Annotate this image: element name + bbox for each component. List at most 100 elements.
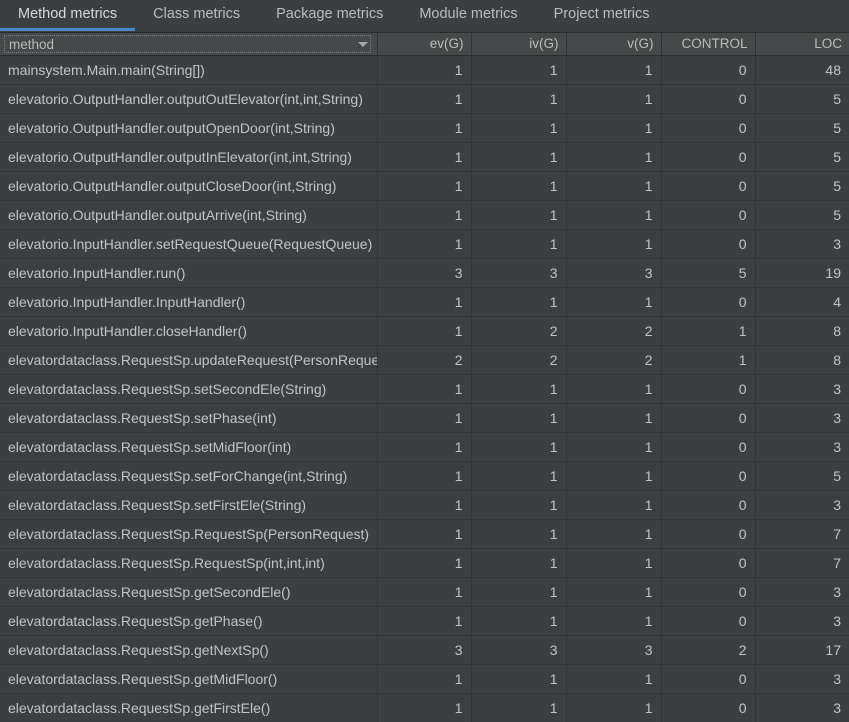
cell-control: 5 (661, 258, 756, 288)
cell-v: 1 (566, 548, 662, 578)
cell-ev: 1 (377, 113, 472, 143)
table-row[interactable]: elevatorio.OutputHandler.outputOpenDoor(… (0, 113, 849, 143)
table-row[interactable]: elevatordataclass.RequestSp.getMidFloor(… (0, 664, 849, 694)
cell-control: 0 (661, 403, 756, 433)
cell-ev: 1 (377, 229, 472, 259)
table-row[interactable]: elevatordataclass.RequestSp.getSecondEle… (0, 577, 849, 607)
table-row[interactable]: elevatordataclass.RequestSp.setFirstEle(… (0, 490, 849, 520)
table-row[interactable]: elevatordataclass.RequestSp.RequestSp(Pe… (0, 519, 849, 549)
cell-ev: 1 (377, 577, 472, 607)
cell-loc: 3 (755, 403, 849, 433)
table-row[interactable]: elevatordataclass.RequestSp.RequestSp(in… (0, 548, 849, 578)
cell-iv: 1 (471, 142, 567, 172)
cell-method: elevatordataclass.RequestSp.setPhase(int… (0, 403, 378, 433)
cell-iv: 1 (471, 374, 567, 404)
cell-method: elevatordataclass.RequestSp.RequestSp(in… (0, 548, 378, 578)
cell-iv: 1 (471, 200, 567, 230)
table-row[interactable]: elevatorio.InputHandler.closeHandler() 1 2… (0, 316, 849, 346)
table-row[interactable]: elevatorio.OutputHandler.outputArrive(in… (0, 200, 849, 230)
cell-v: 1 (566, 84, 662, 114)
cell-control: 0 (661, 113, 756, 143)
column-header-method[interactable]: method (0, 33, 378, 56)
tab-class-metrics[interactable]: Class metrics (135, 0, 258, 29)
cell-method: elevatordataclass.RequestSp.RequestSp(Pe… (0, 519, 378, 549)
column-header-v[interactable]: v(G) (566, 33, 662, 56)
cell-iv: 1 (471, 403, 567, 433)
cell-control: 0 (661, 374, 756, 404)
cell-method: elevatordataclass.RequestSp.setForChange… (0, 461, 378, 491)
cell-method: elevatordataclass.RequestSp.setSecondEle… (0, 374, 378, 404)
table-row[interactable]: elevatordataclass.RequestSp.setPhase(int… (0, 403, 849, 433)
table-row[interactable]: elevatorio.OutputHandler.outputOutElevat… (0, 84, 849, 114)
chevron-down-icon[interactable] (357, 42, 368, 47)
cell-iv: 1 (471, 432, 567, 462)
table-row[interactable]: elevatorio.InputHandler.run() 3 3 3 5 19 (0, 258, 849, 288)
cell-ev: 1 (377, 287, 472, 317)
cell-ev: 1 (377, 142, 472, 172)
table-row[interactable]: elevatordataclass.RequestSp.setForChange… (0, 461, 849, 491)
cell-v: 1 (566, 577, 662, 607)
cell-ev: 1 (377, 171, 472, 201)
cell-control: 2 (661, 635, 756, 665)
cell-v: 1 (566, 461, 662, 491)
tab-module-metrics[interactable]: Module metrics (401, 0, 535, 29)
cell-ev: 1 (377, 461, 472, 491)
cell-control: 0 (661, 287, 756, 317)
table-row[interactable]: elevatorio.OutputHandler.outputCloseDoor… (0, 171, 849, 201)
cell-loc: 8 (755, 316, 849, 346)
column-header-control[interactable]: CONTROL (661, 33, 756, 56)
cell-method: elevatorio.OutputHandler.outputArrive(in… (0, 200, 378, 230)
cell-control: 0 (661, 432, 756, 462)
table-row[interactable]: elevatordataclass.RequestSp.getPhase() 1 1… (0, 606, 849, 636)
cell-ev: 2 (377, 345, 472, 375)
table-row[interactable]: elevatordataclass.RequestSp.updateReques… (0, 345, 849, 375)
cell-ev: 1 (377, 55, 472, 85)
cell-control: 0 (661, 461, 756, 491)
cell-method: elevatordataclass.RequestSp.updateReques… (0, 345, 378, 375)
column-header-iv[interactable]: iv(G) (471, 33, 567, 56)
tab-project-metrics[interactable]: Project metrics (536, 0, 668, 29)
column-header-method-label: method (4, 35, 371, 54)
cell-iv: 1 (471, 287, 567, 317)
cell-control: 0 (661, 84, 756, 114)
column-header-ev[interactable]: ev(G) (377, 33, 472, 56)
cell-loc: 5 (755, 171, 849, 201)
cell-iv: 1 (471, 519, 567, 549)
table-row[interactable]: mainsystem.Main.main(String[]) 1 1 1 0 48 (0, 55, 849, 85)
cell-method: elevatorio.OutputHandler.outputCloseDoor… (0, 171, 378, 201)
cell-method: elevatordataclass.RequestSp.getMidFloor(… (0, 664, 378, 694)
cell-control: 1 (661, 316, 756, 346)
cell-loc: 17 (755, 635, 849, 665)
cell-method: elevatordataclass.RequestSp.getNextSp() (0, 635, 378, 665)
cell-method: elevatorio.OutputHandler.outputInElevato… (0, 142, 378, 172)
table-row[interactable]: elevatordataclass.RequestSp.getNextSp() 3… (0, 635, 849, 665)
cell-v: 1 (566, 403, 662, 433)
cell-v: 1 (566, 432, 662, 462)
table-row[interactable]: elevatordataclass.RequestSp.setMidFloor(… (0, 432, 849, 462)
tab-label: Package metrics (276, 6, 384, 22)
cell-ev: 1 (377, 548, 472, 578)
table-row[interactable]: elevatorio.OutputHandler.outputInElevato… (0, 142, 849, 172)
metrics-table-container[interactable]: method ev(G) iv(G) v(G) CONTROL LOC main… (0, 33, 849, 722)
cell-loc: 5 (755, 200, 849, 230)
tab-label: Method metrics (18, 6, 118, 22)
table-row[interactable]: elevatordataclass.RequestSp.setSecondEle… (0, 374, 849, 404)
cell-iv: 1 (471, 577, 567, 607)
table-row[interactable]: elevatordataclass.RequestSp.getFirstEle(… (0, 693, 849, 722)
cell-loc: 5 (755, 461, 849, 491)
column-header-loc[interactable]: LOC (755, 33, 849, 56)
cell-loc: 3 (755, 664, 849, 694)
cell-loc: 5 (755, 142, 849, 172)
table-row[interactable]: elevatorio.InputHandler.InputHandler() 1 1… (0, 287, 849, 317)
tab-method-metrics[interactable]: Method metrics (0, 0, 136, 31)
cell-v: 1 (566, 142, 662, 172)
tab-package-metrics[interactable]: Package metrics (258, 0, 401, 29)
cell-ev: 3 (377, 258, 472, 288)
cell-control: 1 (661, 345, 756, 375)
table-row[interactable]: elevatorio.InputHandler.setRequestQueue(… (0, 229, 849, 259)
table-header: method ev(G) iv(G) v(G) CONTROL LOC (0, 33, 849, 56)
cell-method: elevatorio.InputHandler.run() (0, 258, 378, 288)
cell-control: 0 (661, 664, 756, 694)
cell-method: elevatorio.InputHandler.InputHandler() (0, 287, 378, 317)
cell-v: 1 (566, 693, 662, 722)
